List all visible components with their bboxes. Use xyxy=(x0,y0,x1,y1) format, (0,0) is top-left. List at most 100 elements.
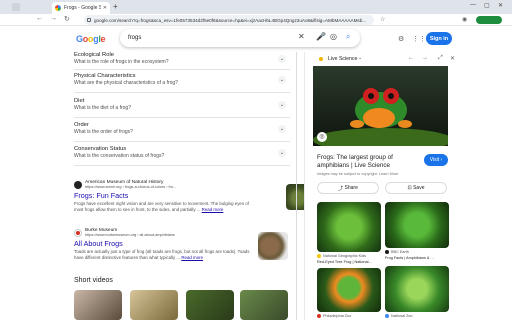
paa-title: Order xyxy=(74,122,89,128)
paa-item[interactable]: Physical Characteristics What are the ph… xyxy=(74,73,290,93)
tab-search-icon[interactable] xyxy=(12,3,20,11)
chevron-down-icon[interactable]: ⌄ xyxy=(278,76,286,84)
paa-title: Physical Characteristics xyxy=(74,73,136,79)
paa-question: What is the conservation status of frogs… xyxy=(74,153,165,159)
short-video-thumbnail[interactable] xyxy=(186,290,234,320)
copyright-notice: Images may be subject to copyright. Lear… xyxy=(317,172,399,176)
paa-item[interactable]: Order What is the order of frogs? ⌄ xyxy=(74,122,290,142)
panel-caption[interactable]: Frogs: The largest group of amphibians |… xyxy=(317,154,415,170)
browser-toolbar: ← → ↻ google.com/search?q=frogs&sca_esv=… xyxy=(0,14,512,26)
site-favicon-icon xyxy=(74,228,82,237)
voice-search-icon[interactable]: 🎤 xyxy=(316,32,326,41)
search-box[interactable]: frogs ✕ 🎤 ◎ ⌕ xyxy=(120,29,360,47)
source-url: https://www.amnh.org › frogs-a-chorus-of… xyxy=(85,185,177,189)
frog-photo-icon xyxy=(313,66,448,146)
expand-icon[interactable]: ⤢ xyxy=(438,55,443,62)
related-image-source: BBC Earth xyxy=(385,250,409,254)
result-source[interactable]: American Museum of Natural History https… xyxy=(74,180,290,189)
paa-question: What is the order of frogs? xyxy=(74,129,133,135)
new-tab-icon[interactable]: + xyxy=(113,2,118,11)
tab-bar: Frogs - Google Search ✕ + — ▢ ✕ xyxy=(0,0,512,14)
related-image[interactable] xyxy=(385,202,449,248)
close-tab-icon[interactable]: ✕ xyxy=(103,5,107,11)
short-video-thumbnail[interactable] xyxy=(130,290,178,320)
hero-image[interactable]: ◎ xyxy=(313,66,448,146)
previous-arrow-icon[interactable]: ← xyxy=(408,55,414,61)
panel-source-label[interactable]: Live Science xyxy=(328,56,357,62)
search-query: frogs xyxy=(128,35,142,41)
paa-item[interactable]: Ecological Role What is the role of frog… xyxy=(74,52,290,70)
related-image[interactable] xyxy=(385,266,449,312)
save-label: Save xyxy=(413,185,425,191)
chevron-down-icon[interactable]: ⌄ xyxy=(278,125,286,133)
chevron-down-icon[interactable]: ⌄ xyxy=(278,55,286,63)
google-logo[interactable]: Google xyxy=(76,34,106,44)
next-arrow-icon[interactable]: → xyxy=(422,55,428,61)
related-image[interactable] xyxy=(317,268,381,312)
paa-question: What is the role of frogs in the ecosyst… xyxy=(74,59,169,65)
paa-title: Ecological Role xyxy=(74,52,114,58)
close-window-icon[interactable]: ✕ xyxy=(498,2,503,9)
lens-search-icon[interactable]: ◎ xyxy=(317,132,327,142)
browser-tab[interactable]: Frogs - Google Search ✕ xyxy=(52,2,110,14)
result-thumbnail[interactable] xyxy=(258,232,288,260)
clear-search-icon[interactable]: ✕ xyxy=(298,32,305,41)
apps-grid-icon[interactable]: ⋮⋮ xyxy=(412,35,426,43)
search-icon[interactable]: ⌕ xyxy=(346,32,350,42)
paa-item[interactable]: Diet What is the diet of a frog? ⌄ xyxy=(74,98,290,118)
forward-icon[interactable]: → xyxy=(50,15,57,22)
result-snippet: Frogs have excellent night vision and ar… xyxy=(74,201,249,212)
chevron-down-icon[interactable]: ⌄ xyxy=(278,149,286,157)
bookmark-star-icon[interactable]: ☆ xyxy=(380,16,385,23)
chevron-down-icon[interactable]: ⌄ xyxy=(358,55,362,61)
search-result: American Museum of Natural History https… xyxy=(74,180,290,213)
lens-icon[interactable]: ◎ xyxy=(330,32,337,41)
chevron-down-icon[interactable]: ⌄ xyxy=(278,101,286,109)
short-videos-heading: Short videos xyxy=(74,277,113,284)
paa-title: Diet xyxy=(74,98,85,104)
profile-icon[interactable]: ◉ xyxy=(462,16,467,23)
google-favicon-icon xyxy=(55,5,61,11)
settings-gear-icon[interactable]: ⚙ xyxy=(398,35,404,43)
close-panel-icon[interactable]: ✕ xyxy=(450,55,455,62)
bookmark-icon: ⊡ xyxy=(407,185,412,191)
site-favicon-icon xyxy=(74,180,82,189)
visit-label: Visit xyxy=(429,157,440,163)
short-video-thumbnail[interactable] xyxy=(240,290,288,320)
chrome-menu-button[interactable] xyxy=(476,16,502,24)
minimize-icon[interactable]: — xyxy=(470,2,476,8)
sign-in-button[interactable]: Sign in xyxy=(426,32,452,45)
result-title-link[interactable]: Frogs: Fun Facts xyxy=(74,191,290,200)
tab-title: Frogs - Google Search xyxy=(64,5,101,11)
site-info-icon[interactable] xyxy=(87,18,91,22)
related-image-source: National Geographic Kids xyxy=(317,254,366,258)
address-bar[interactable]: google.com/search?q=frogs&sca_esv=1fe057… xyxy=(84,15,374,25)
search-header: Google frogs ✕ 🎤 ◎ ⌕ ⚙ ⋮⋮ Sign in xyxy=(0,26,512,52)
share-label: Share xyxy=(344,185,358,191)
back-icon[interactable]: ← xyxy=(36,15,43,22)
share-icon: ⤴ xyxy=(338,185,344,192)
paa-question: What is the diet of a frog? xyxy=(74,105,131,111)
read-more-link[interactable]: Read more xyxy=(181,255,203,260)
paa-item[interactable]: Conservation Status What is the conserva… xyxy=(74,146,290,166)
read-more-link[interactable]: Read more xyxy=(202,207,224,212)
visit-button[interactable]: Visit › xyxy=(424,154,448,166)
url-text: google.com/search?q=frogs&sca_esv=1fe057… xyxy=(94,17,367,23)
related-image-title[interactable]: Red-Eyed Tree Frog | National... xyxy=(317,260,379,264)
panel-divider xyxy=(296,52,297,320)
share-button[interactable]: ⤴ Share xyxy=(317,182,379,194)
maximize-icon[interactable]: ▢ xyxy=(484,2,490,9)
page-scrollbar[interactable] xyxy=(500,52,512,320)
related-image-source: National Zoo xyxy=(385,314,413,318)
result-snippet: Toads are actually just a type of frog (… xyxy=(74,249,250,260)
reload-icon[interactable]: ↻ xyxy=(64,15,70,23)
live-science-logo-icon xyxy=(319,57,323,61)
related-image[interactable] xyxy=(317,202,381,252)
paa-title: Conservation Status xyxy=(74,146,127,152)
related-image-title[interactable]: Frog Facts | Amphibians & ... xyxy=(385,256,447,260)
short-video-thumbnail[interactable] xyxy=(74,290,122,320)
save-button[interactable]: ⊡ Save xyxy=(385,182,447,194)
related-image-source: Philadelphia Zoo xyxy=(317,314,351,318)
source-url: https://www.burkemuseum.org › all-about-… xyxy=(85,233,175,237)
paa-question: What are the physical characteristics of… xyxy=(74,80,178,86)
